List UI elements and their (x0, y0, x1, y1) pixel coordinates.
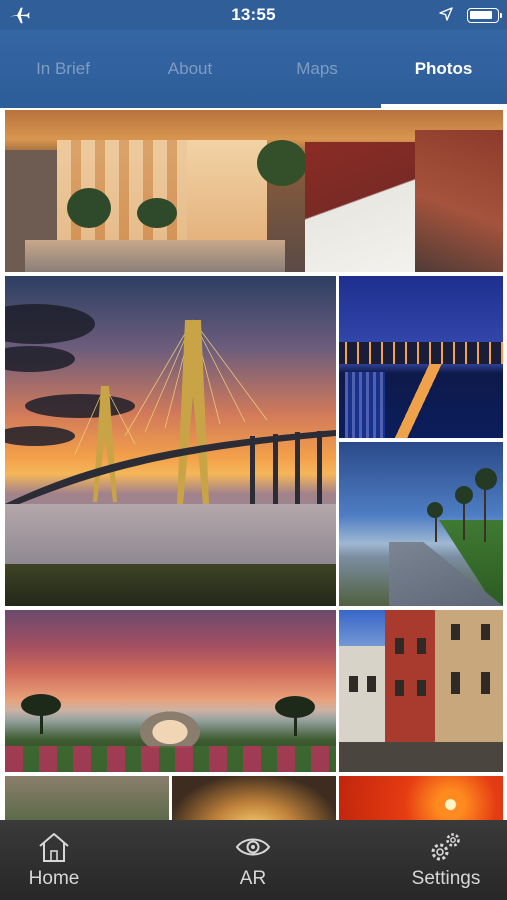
photo-grid (0, 108, 507, 820)
photo-sunburst[interactable] (172, 776, 336, 820)
photo-orange-sun[interactable] (339, 776, 503, 820)
photo-row-houses[interactable] (339, 610, 503, 772)
tab-about[interactable]: About (126, 30, 254, 108)
home-icon (39, 833, 69, 862)
nav-ar-label: AR (239, 868, 267, 889)
photo-bridge-sunset[interactable] (5, 276, 336, 606)
gears-icon (431, 833, 460, 861)
photo-waterfront-promenade[interactable] (339, 442, 503, 606)
photo-city-rooftops[interactable] (5, 110, 503, 272)
location-arrow-icon (439, 7, 453, 21)
nav-home-label: Home (28, 868, 80, 889)
nav-settings-button[interactable]: Settings (386, 820, 506, 900)
tab-in-brief[interactable]: In Brief (0, 30, 126, 108)
battery-icon (467, 8, 502, 23)
eye-icon (235, 838, 271, 856)
status-bar: 13:55 (0, 0, 507, 30)
tab-maps[interactable]: Maps (254, 30, 380, 108)
photo-harbor-night[interactable] (339, 276, 503, 438)
airplane-icon (9, 7, 30, 24)
nav-ar-button[interactable]: AR (193, 820, 313, 900)
nav-home-button[interactable]: Home (0, 820, 114, 900)
tab-photos[interactable]: Photos (380, 30, 507, 108)
photo-flag-building[interactable] (5, 776, 169, 820)
status-time: 13:55 (231, 5, 276, 24)
section-tabs: In Brief About Maps Photos (0, 30, 507, 108)
nav-settings-label: Settings (411, 868, 481, 889)
bottom-nav-bar: Home AR Settings (0, 820, 507, 900)
photo-fountain-sunset[interactable] (5, 610, 336, 772)
